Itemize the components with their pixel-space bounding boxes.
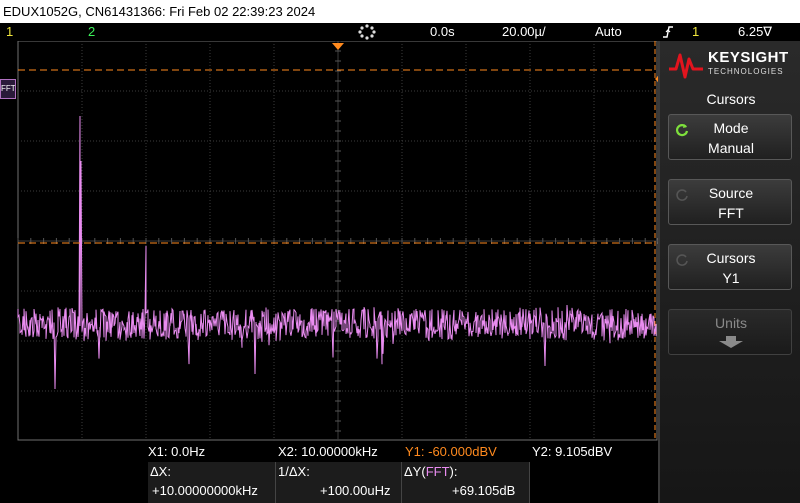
mode-value: Manual [708,140,754,156]
source-softkey[interactable]: Source FFT [668,179,792,225]
x2-readout: X2: 10.00000kHz [278,444,378,459]
time-offset: 0.0s [430,24,455,39]
keysight-logo: KEYSIGHT TECHNOLOGIES [668,45,798,85]
brand-name: KEYSIGHT [708,49,789,66]
trigger-source: 1 [692,24,700,39]
menu-title: Cursors [706,91,756,107]
delta-y-value: +69.105dB [452,483,516,498]
channel-1-indicator[interactable]: 1 [6,24,13,40]
fft-marker-label: FFT [1,84,16,93]
cursors-label: Cursors [706,250,756,266]
brand-subtitle: TECHNOLOGIES [708,67,784,76]
delta-x-value: +10.00000000kHz [152,483,258,498]
inverse-delta-x-value: +100.00uHz [320,483,391,498]
cursors-value: Y1 [722,270,740,286]
inverse-delta-x-label: 1/ΔX: [278,464,310,479]
mode-softkey[interactable]: Mode Manual [668,114,792,160]
down-arrow-icon [719,336,743,348]
y2-readout: Y2: 9.105dBV [532,444,613,459]
trigger-level: 6.25∇ [738,24,772,39]
units-label: Units [715,315,747,331]
trigger-mode: Auto [595,24,622,39]
title-bar: EDUX1052G, CN61431366: Fri Feb 02 22:39:… [0,0,800,23]
source-value: FFT [718,205,744,221]
graticule [17,40,659,441]
cursor-readout-bar: X1: 0.0Hz X2: 10.00000kHz Y1: -60.000dBV… [0,441,658,503]
delta-x-cell: ΔX: +10.00000000kHz [148,462,276,503]
units-softkey[interactable]: Units [668,309,792,355]
fft-channel-marker[interactable]: FFT [0,79,16,99]
time-scale: 20.00µ/ [502,24,546,39]
inverse-delta-x-cell: 1/ΔX: +100.00uHz [276,462,402,503]
fft-trace [17,115,657,390]
delta-x-label: ΔX: [150,464,171,479]
mode-label: Mode [713,120,749,136]
fft-plot [17,40,659,441]
waveform-display[interactable]: FFT [0,40,659,441]
x1-readout: X1: 0.0Hz [148,444,206,459]
title-text: EDUX1052G, CN61431366: Fri Feb 02 22:39:… [3,4,316,19]
softkey-panel: KEYSIGHT TECHNOLOGIES Cursors Mode Manua… [658,41,800,503]
source-label: Source [708,185,754,201]
channel-2-indicator[interactable]: 2 [88,24,95,40]
status-bar: 1 2 0.0s 20.00µ/ Auto 1 6.25∇ [0,23,800,41]
cursors-softkey[interactable]: Cursors Y1 [668,244,792,290]
trigger-position-marker [332,43,344,50]
y1-readout: Y1: -60.000dBV [405,444,497,459]
delta-y-label: ΔY(FFT): [404,464,458,479]
keysight-wave-icon [669,53,703,79]
delta-y-cell: ΔY(FFT): +69.105dB [402,462,530,503]
